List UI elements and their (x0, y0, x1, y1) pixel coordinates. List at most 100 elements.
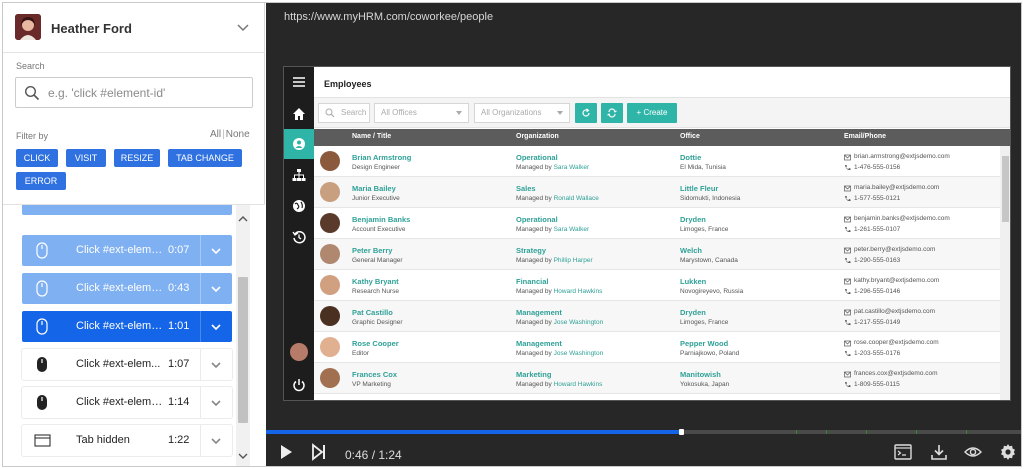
employee-manager[interactable]: Phillip Harper (554, 257, 593, 264)
employee-office[interactable]: Pepper Wood (680, 339, 728, 348)
employee-email[interactable]: brian.armstrong@extjsdemo.com (854, 153, 950, 160)
logout-button[interactable] (284, 370, 314, 400)
employee-row[interactable]: Pat Castillo Graphic Designer Management Ma… (314, 301, 1000, 332)
replay-viewport[interactable]: Employees Search All Offices All Organiz… (283, 66, 1011, 401)
gear-icon[interactable] (999, 443, 1017, 461)
column-header-email-phone[interactable]: Email/Phone (844, 133, 886, 140)
event-timeline[interactable]: Click #ext-elemen... 0:07 Click #ext-ele… (3, 204, 265, 466)
employee-name[interactable]: Kathy Bryant (352, 277, 399, 286)
chevron-down-icon[interactable] (235, 19, 251, 35)
nav-people[interactable] (284, 129, 314, 159)
chevron-down-icon[interactable] (210, 321, 222, 333)
employee-organization[interactable]: Operational (516, 153, 558, 162)
employee-office[interactable]: Dryden (680, 215, 706, 224)
employee-organization[interactable]: Management (516, 308, 562, 317)
nav-org-chart[interactable] (284, 160, 314, 190)
employee-manager[interactable]: Sara Walker (554, 226, 590, 233)
employee-organization[interactable]: Operational (516, 215, 558, 224)
console-icon[interactable] (894, 443, 912, 461)
employee-name[interactable]: Frances Cox (352, 370, 397, 379)
employee-phone[interactable]: 1-296-555-0146 (854, 288, 900, 295)
skip-forward-icon[interactable] (310, 443, 328, 461)
employee-office[interactable]: Welch (680, 246, 702, 255)
employee-phone[interactable]: 1-809-555-0115 (854, 381, 900, 388)
eye-icon[interactable] (964, 443, 982, 461)
employee-phone[interactable]: 1-577-555-0121 (854, 195, 900, 202)
employee-search-field[interactable]: Search (318, 103, 370, 123)
employee-office[interactable]: Lukken (680, 277, 706, 286)
event-item[interactable]: Click #ext-elem... 1:07 (22, 349, 232, 380)
employee-row[interactable]: Benjamin Banks Account Executive Operation… (314, 208, 1000, 239)
employee-manager[interactable]: Ronald Wallace (554, 195, 599, 202)
event-item[interactable]: Click #ext-elemen... 0:07 (22, 235, 232, 266)
employee-phone[interactable]: 1-290-555-0163 (854, 257, 900, 264)
employee-email[interactable]: maria.bailey@extjsdemo.com (854, 184, 939, 191)
employee-row[interactable]: Brian Armstrong Design Engineer Operationa… (314, 146, 1000, 177)
nav-history[interactable] (284, 222, 314, 252)
refresh-button[interactable] (575, 103, 597, 123)
employee-organization[interactable]: Financial (516, 277, 549, 286)
offices-select[interactable]: All Offices (374, 103, 469, 123)
event-item-partial[interactable] (22, 205, 232, 215)
filter-none-link[interactable]: None (226, 129, 250, 140)
employee-name[interactable]: Brian Armstrong (352, 153, 411, 162)
employee-manager[interactable]: Sara Walker (554, 164, 590, 171)
search-input[interactable] (48, 79, 248, 106)
timeline-scrollbar[interactable] (236, 205, 250, 466)
organizations-select[interactable]: All Organizations (474, 103, 570, 123)
employee-name[interactable]: Maria Bailey (352, 184, 396, 193)
employee-office[interactable]: Manitowish (680, 370, 721, 379)
filter-all-link[interactable]: All (210, 129, 221, 140)
column-header-name[interactable]: Name / Title (352, 133, 391, 140)
menu-button[interactable] (284, 67, 314, 97)
employee-name[interactable]: Peter Berry (352, 246, 392, 255)
employee-email[interactable]: benjamin.banks@extjsdemo.com (854, 215, 950, 222)
employee-organization[interactable]: Strategy (516, 246, 546, 255)
employee-organization[interactable]: Sales (516, 184, 536, 193)
app-user-avatar[interactable] (290, 343, 308, 361)
employee-row[interactable]: Frances Cox VP Marketing Marketing Managed … (314, 363, 1000, 394)
employee-manager[interactable]: Howard Hawkins (554, 288, 603, 295)
employee-name[interactable]: Rose Cooper (352, 339, 399, 348)
search-box[interactable] (15, 77, 253, 108)
chevron-down-icon[interactable] (210, 283, 222, 295)
filter-chip-error[interactable]: ERROR (16, 172, 66, 190)
event-item-active[interactable]: Click #ext-elemen... 1:01 (22, 311, 232, 342)
employee-office[interactable]: Dryden (680, 308, 706, 317)
event-item[interactable]: Click #ext-elemen... 1:14 (22, 387, 232, 418)
column-header-office[interactable]: Office (680, 133, 700, 140)
column-header-organization[interactable]: Organization (516, 133, 559, 140)
sync-button[interactable] (601, 103, 623, 123)
employee-manager[interactable]: Jose Washington (554, 350, 604, 357)
scrollbar-thumb[interactable] (1002, 156, 1009, 222)
user-header[interactable]: Heather Ford (3, 3, 265, 53)
filter-chip-resize[interactable]: RESIZE (114, 149, 160, 167)
employee-office[interactable]: Little Fleur (680, 184, 718, 193)
play-icon[interactable] (277, 443, 295, 461)
employee-email[interactable]: peter.berry@extjsdemo.com (854, 246, 935, 253)
employee-phone[interactable]: 1-476-555-0156 (854, 164, 900, 171)
employee-email[interactable]: kathy.bryant@extjsdemo.com (854, 277, 939, 284)
employee-office[interactable]: Dottie (680, 153, 701, 162)
employee-name[interactable]: Benjamin Banks (352, 215, 410, 224)
employee-manager[interactable]: Howard Hawkins (554, 381, 603, 388)
employee-email[interactable]: pat.castillo@extjsdemo.com (854, 308, 935, 315)
employee-name[interactable]: Pat Castillo (352, 308, 393, 317)
chevron-down-icon[interactable] (210, 435, 222, 447)
employee-row[interactable]: Rose Cooper Editor Management Managed by Jo… (314, 332, 1000, 363)
download-icon[interactable] (930, 443, 948, 461)
employee-row[interactable]: Kathy Bryant Research Nurse Financial Manag… (314, 270, 1000, 301)
filter-chip-click[interactable]: CLICK (16, 149, 58, 167)
filter-chip-visit[interactable]: VISIT (66, 149, 106, 167)
filter-chip-tab-change[interactable]: TAB CHANGE (168, 149, 242, 167)
employee-email[interactable]: frances.cox@extjsdemo.com (854, 370, 938, 377)
chevron-down-icon[interactable] (210, 397, 222, 409)
employee-phone[interactable]: 1-261-555-0107 (854, 226, 900, 233)
employee-phone[interactable]: 1-203-555-0176 (854, 350, 900, 357)
employee-organization[interactable]: Marketing (516, 370, 551, 379)
chevron-down-icon[interactable] (238, 452, 248, 460)
employee-email[interactable]: rose.cooper@extjsdemo.com (854, 339, 939, 346)
grid-scrollbar[interactable] (1000, 146, 1010, 400)
chevron-down-icon[interactable] (210, 245, 222, 257)
employee-row[interactable]: Maria Bailey Junior Executive Sales Managed… (314, 177, 1000, 208)
